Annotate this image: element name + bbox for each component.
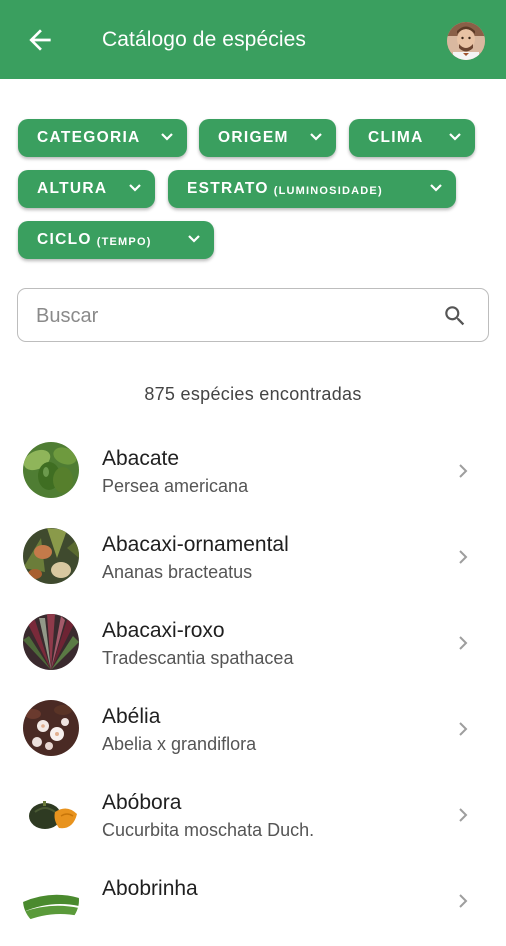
page-title: Catálogo de espécies xyxy=(102,28,306,51)
chevron-right-icon xyxy=(459,808,468,822)
chevron-right-icon xyxy=(459,464,468,478)
species-scientific-name: Abelia x grandiflora xyxy=(102,734,257,754)
filter-chip-ciclo[interactable]: CICLO (TEMPO) xyxy=(18,221,214,259)
chevron-right-icon xyxy=(459,722,468,736)
results-count: 875 espécies encontradas xyxy=(144,384,362,404)
filter-label: ALTURA xyxy=(37,180,108,197)
filter-label: CLIMA xyxy=(368,129,424,146)
species-thumbnail xyxy=(23,614,79,670)
arrow-back-icon xyxy=(29,29,51,51)
app-bar: Catálogo de espécies xyxy=(0,0,506,79)
back-button[interactable] xyxy=(24,24,56,56)
user-avatar[interactable] xyxy=(447,22,485,60)
search-box xyxy=(17,288,489,342)
species-thumbnail xyxy=(23,786,79,842)
chevron-right-icon xyxy=(459,636,468,650)
filter-sublabel: (LUMINOSIDADE) xyxy=(273,184,383,197)
species-name: Abacaxi-roxo xyxy=(102,619,225,642)
list-item[interactable]: Abobrinha xyxy=(0,860,506,946)
species-thumbnail xyxy=(23,700,79,756)
species-name: Abélia xyxy=(102,705,161,728)
filter-label: ORIGEM xyxy=(218,129,289,146)
species-name: Abóbora xyxy=(102,791,182,814)
species-name: Abobrinha xyxy=(102,877,198,900)
filter-label: CICLO xyxy=(37,231,92,248)
list-item[interactable]: Abacaxi-ornamental Ananas bracteatus xyxy=(0,516,506,602)
species-name: Abacate xyxy=(102,447,180,470)
species-scientific-name: Persea americana xyxy=(102,476,249,496)
species-scientific-name: Ananas bracteatus xyxy=(102,562,253,582)
chevron-down-icon xyxy=(310,133,322,141)
species-thumbnail xyxy=(23,442,79,498)
list-item[interactable]: Abélia Abelia x grandiflora xyxy=(0,688,506,774)
chevron-down-icon xyxy=(161,133,173,141)
filter-label: ESTRATO xyxy=(187,180,269,197)
search-input[interactable] xyxy=(34,301,438,331)
filter-chip-origem[interactable]: ORIGEM xyxy=(199,119,336,157)
list-item[interactable]: Abacaxi-roxo Tradescantia spathacea xyxy=(0,602,506,688)
chevron-right-icon xyxy=(459,894,468,908)
chevron-down-icon xyxy=(430,184,442,192)
chevron-right-icon xyxy=(459,550,468,564)
chevron-down-icon xyxy=(449,133,461,141)
chevron-down-icon xyxy=(129,184,141,192)
filter-chip-altura[interactable]: ALTURA xyxy=(18,170,155,208)
list-item[interactable]: Abacate Persea americana xyxy=(0,430,506,516)
chevron-down-icon xyxy=(188,235,200,243)
avatar-image xyxy=(447,22,485,60)
species-scientific-name: Tradescantia spathacea xyxy=(102,648,294,668)
search-icon[interactable] xyxy=(442,303,468,329)
species-thumbnail xyxy=(23,872,79,928)
species-scientific-name: Cucurbita moschata Duch. xyxy=(102,820,315,840)
filter-chip-categoria[interactable]: CATEGORIA xyxy=(18,119,187,157)
list-item[interactable]: Abóbora Cucurbita moschata Duch. xyxy=(0,774,506,860)
filter-label: CATEGORIA xyxy=(37,129,141,146)
filter-chip-estrato[interactable]: ESTRATO (LUMINOSIDADE) xyxy=(168,170,456,208)
filter-sublabel: (TEMPO) xyxy=(96,235,152,248)
species-name: Abacaxi-ornamental xyxy=(102,533,289,556)
filter-chip-clima[interactable]: CLIMA xyxy=(349,119,475,157)
species-thumbnail xyxy=(23,528,79,584)
